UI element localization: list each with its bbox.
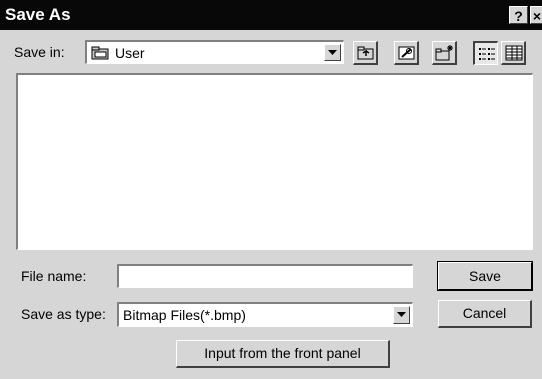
- up-one-level-button[interactable]: [353, 41, 378, 65]
- save-button[interactable]: Save: [437, 261, 533, 291]
- title-bar[interactable]: Save As ? ×: [0, 0, 542, 30]
- list-view-button[interactable]: [473, 41, 498, 65]
- chevron-down-icon[interactable]: [393, 306, 410, 324]
- save-in-value: User: [115, 45, 145, 61]
- file-name-label: File name:: [21, 268, 87, 284]
- new-folder-button[interactable]: [432, 41, 457, 65]
- desktop-button[interactable]: [394, 41, 419, 65]
- save-as-type-combo[interactable]: Bitmap Files(*.bmp): [117, 302, 413, 327]
- details-view-button[interactable]: [501, 41, 526, 65]
- chevron-down-icon[interactable]: [324, 44, 341, 61]
- file-name-input[interactable]: [117, 264, 413, 288]
- save-as-dialog: Save As ? × Save in: User File name: Sav…: [0, 0, 542, 379]
- help-button[interactable]: ?: [509, 6, 528, 24]
- file-list[interactable]: [16, 73, 533, 250]
- cancel-button[interactable]: Cancel: [438, 300, 532, 328]
- folder-icon: [91, 45, 111, 66]
- save-in-label: Save in:: [14, 44, 65, 60]
- input-from-front-panel-button[interactable]: Input from the front panel: [176, 340, 390, 368]
- close-button[interactable]: ×: [530, 6, 542, 24]
- dialog-title: Save As: [5, 5, 71, 24]
- save-as-type-value: Bitmap Files(*.bmp): [123, 307, 246, 323]
- save-as-type-label: Save as type:: [21, 306, 106, 322]
- save-in-combo[interactable]: User: [85, 40, 344, 64]
